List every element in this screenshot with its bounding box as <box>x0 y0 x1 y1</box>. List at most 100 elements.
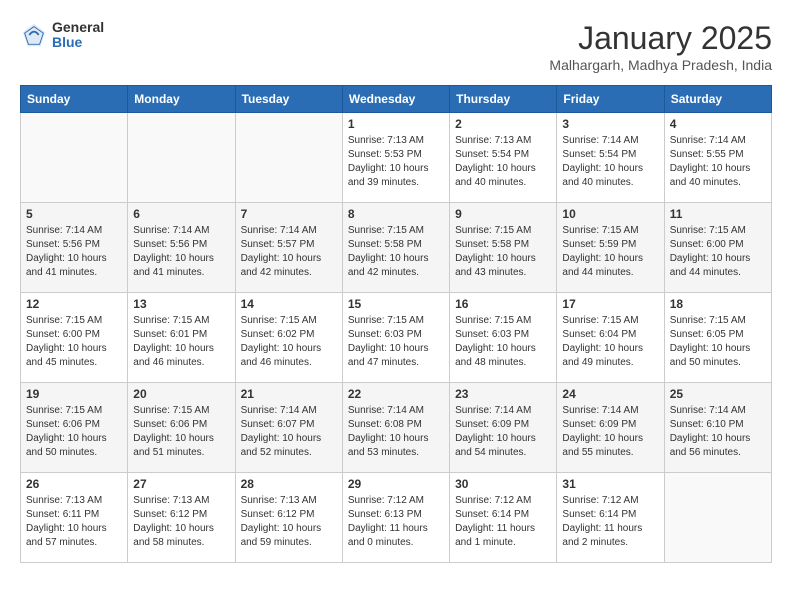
calendar-cell: 18 Sunrise: 7:15 AM Sunset: 6:05 PM Dayli… <box>664 293 771 383</box>
day-header-wednesday: Wednesday <box>342 86 449 113</box>
cell-content: Sunrise: 7:15 AM Sunset: 6:03 PM Dayligh… <box>455 314 551 370</box>
day-number: 17 <box>562 297 658 311</box>
calendar-cell <box>21 113 128 203</box>
cell-content: Sunrise: 7:15 AM Sunset: 5:59 PM Dayligh… <box>562 224 658 280</box>
cell-content: Sunrise: 7:15 AM Sunset: 6:06 PM Dayligh… <box>133 404 229 460</box>
logo-text: General Blue <box>52 20 104 51</box>
calendar-week-row: 19 Sunrise: 7:15 AM Sunset: 6:06 PM Dayli… <box>21 383 772 473</box>
calendar-cell: 3 Sunrise: 7:14 AM Sunset: 5:54 PM Daylig… <box>557 113 664 203</box>
cell-content: Sunrise: 7:15 AM Sunset: 6:06 PM Dayligh… <box>26 404 122 460</box>
cell-content: Sunrise: 7:14 AM Sunset: 6:09 PM Dayligh… <box>562 404 658 460</box>
calendar-week-row: 5Sunrise: 7:14 AM Sunset: 5:56 PM Daylig… <box>21 203 772 293</box>
calendar-cell: 12Sunrise: 7:15 AM Sunset: 6:00 PM Dayli… <box>21 293 128 383</box>
cell-content: Sunrise: 7:13 AM Sunset: 6:12 PM Dayligh… <box>241 494 337 550</box>
calendar-cell: 24Sunrise: 7:14 AM Sunset: 6:09 PM Dayli… <box>557 383 664 473</box>
cell-content: Sunrise: 7:14 AM Sunset: 5:55 PM Dayligh… <box>670 134 766 190</box>
calendar-cell <box>235 113 342 203</box>
calendar-cell: 31Sunrise: 7:12 AM Sunset: 6:14 PM Dayli… <box>557 473 664 563</box>
calendar-cell: 16 Sunrise: 7:15 AM Sunset: 6:03 PM Dayli… <box>450 293 557 383</box>
cell-content: Sunrise: 7:15 AM Sunset: 5:58 PM Dayligh… <box>455 224 551 280</box>
calendar-header-row: SundayMondayTuesdayWednesdayThursdayFrid… <box>21 86 772 113</box>
cell-content: Sunrise: 7:14 AM Sunset: 6:10 PM Dayligh… <box>670 404 766 460</box>
day-number: 19 <box>26 387 122 401</box>
day-number: 15 <box>348 297 444 311</box>
calendar-cell: 11 Sunrise: 7:15 AM Sunset: 6:00 PM Dayli… <box>664 203 771 293</box>
calendar-cell: 30Sunrise: 7:12 AM Sunset: 6:14 PM Dayli… <box>450 473 557 563</box>
day-number: 8 <box>348 207 444 221</box>
day-number: 12 <box>26 297 122 311</box>
calendar-cell: 27 Sunrise: 7:13 AM Sunset: 6:12 PM Dayli… <box>128 473 235 563</box>
day-number: 3 <box>562 117 658 131</box>
cell-content: Sunrise: 7:12 AM Sunset: 6:13 PM Dayligh… <box>348 494 444 550</box>
day-number: 6 <box>133 207 229 221</box>
day-number: 16 <box>455 297 551 311</box>
calendar-week-row: 12Sunrise: 7:15 AM Sunset: 6:00 PM Dayli… <box>21 293 772 383</box>
calendar-cell: 5Sunrise: 7:14 AM Sunset: 5:56 PM Daylig… <box>21 203 128 293</box>
calendar-cell: 23 Sunrise: 7:14 AM Sunset: 6:09 PM Dayli… <box>450 383 557 473</box>
logo: General Blue <box>20 20 104 51</box>
day-number: 14 <box>241 297 337 311</box>
calendar-cell: 10 Sunrise: 7:15 AM Sunset: 5:59 PM Dayli… <box>557 203 664 293</box>
day-number: 4 <box>670 117 766 131</box>
calendar-cell: 25 Sunrise: 7:14 AM Sunset: 6:10 PM Dayli… <box>664 383 771 473</box>
cell-content: Sunrise: 7:15 AM Sunset: 5:58 PM Dayligh… <box>348 224 444 280</box>
page-header: General Blue January 2025 Malhargarh, Ma… <box>20 20 772 73</box>
logo-blue-text: Blue <box>52 35 104 50</box>
cell-content: Sunrise: 7:14 AM Sunset: 5:54 PM Dayligh… <box>562 134 658 190</box>
cell-content: Sunrise: 7:15 AM Sunset: 6:05 PM Dayligh… <box>670 314 766 370</box>
logo-general-text: General <box>52 20 104 35</box>
day-header-monday: Monday <box>128 86 235 113</box>
cell-content: Sunrise: 7:14 AM Sunset: 6:09 PM Dayligh… <box>455 404 551 460</box>
calendar-cell: 7 Sunrise: 7:14 AM Sunset: 5:57 PM Daylig… <box>235 203 342 293</box>
calendar-cell: 4 Sunrise: 7:14 AM Sunset: 5:55 PM Daylig… <box>664 113 771 203</box>
month-title: January 2025 <box>549 20 772 57</box>
calendar-cell: 19 Sunrise: 7:15 AM Sunset: 6:06 PM Dayli… <box>21 383 128 473</box>
cell-content: Sunrise: 7:13 AM Sunset: 5:54 PM Dayligh… <box>455 134 551 190</box>
calendar-cell: 1Sunrise: 7:13 AM Sunset: 5:53 PM Daylig… <box>342 113 449 203</box>
calendar-table: SundayMondayTuesdayWednesdayThursdayFrid… <box>20 85 772 563</box>
cell-content: Sunrise: 7:15 AM Sunset: 6:04 PM Dayligh… <box>562 314 658 370</box>
cell-content: Sunrise: 7:15 AM Sunset: 6:03 PM Dayligh… <box>348 314 444 370</box>
day-number: 10 <box>562 207 658 221</box>
day-number: 21 <box>241 387 337 401</box>
day-number: 27 <box>133 477 229 491</box>
calendar-cell: 6 Sunrise: 7:14 AM Sunset: 5:56 PM Daylig… <box>128 203 235 293</box>
calendar-cell: 15 Sunrise: 7:15 AM Sunset: 6:03 PM Dayli… <box>342 293 449 383</box>
cell-content: Sunrise: 7:15 AM Sunset: 6:01 PM Dayligh… <box>133 314 229 370</box>
day-number: 2 <box>455 117 551 131</box>
calendar-cell: 21 Sunrise: 7:14 AM Sunset: 6:07 PM Dayli… <box>235 383 342 473</box>
calendar-cell: 17 Sunrise: 7:15 AM Sunset: 6:04 PM Dayli… <box>557 293 664 383</box>
day-header-friday: Friday <box>557 86 664 113</box>
calendar-cell: 20 Sunrise: 7:15 AM Sunset: 6:06 PM Dayli… <box>128 383 235 473</box>
day-header-tuesday: Tuesday <box>235 86 342 113</box>
day-number: 31 <box>562 477 658 491</box>
cell-content: Sunrise: 7:13 AM Sunset: 6:12 PM Dayligh… <box>133 494 229 550</box>
calendar-cell: 2 Sunrise: 7:13 AM Sunset: 5:54 PM Daylig… <box>450 113 557 203</box>
day-number: 25 <box>670 387 766 401</box>
cell-content: Sunrise: 7:14 AM Sunset: 6:07 PM Dayligh… <box>241 404 337 460</box>
cell-content: Sunrise: 7:15 AM Sunset: 6:00 PM Dayligh… <box>670 224 766 280</box>
day-header-sunday: Sunday <box>21 86 128 113</box>
calendar-cell: 28 Sunrise: 7:13 AM Sunset: 6:12 PM Dayli… <box>235 473 342 563</box>
day-number: 18 <box>670 297 766 311</box>
calendar-cell: 22Sunrise: 7:14 AM Sunset: 6:08 PM Dayli… <box>342 383 449 473</box>
day-number: 7 <box>241 207 337 221</box>
day-number: 23 <box>455 387 551 401</box>
cell-content: Sunrise: 7:14 AM Sunset: 5:56 PM Dayligh… <box>133 224 229 280</box>
day-number: 13 <box>133 297 229 311</box>
calendar-cell <box>128 113 235 203</box>
day-number: 20 <box>133 387 229 401</box>
cell-content: Sunrise: 7:14 AM Sunset: 5:57 PM Dayligh… <box>241 224 337 280</box>
day-number: 11 <box>670 207 766 221</box>
day-number: 28 <box>241 477 337 491</box>
calendar-week-row: 1Sunrise: 7:13 AM Sunset: 5:53 PM Daylig… <box>21 113 772 203</box>
day-header-thursday: Thursday <box>450 86 557 113</box>
day-number: 26 <box>26 477 122 491</box>
cell-content: Sunrise: 7:13 AM Sunset: 5:53 PM Dayligh… <box>348 134 444 190</box>
day-number: 29 <box>348 477 444 491</box>
calendar-cell: 9 Sunrise: 7:15 AM Sunset: 5:58 PM Daylig… <box>450 203 557 293</box>
day-number: 30 <box>455 477 551 491</box>
location-text: Malhargarh, Madhya Pradesh, India <box>549 57 772 73</box>
day-number: 9 <box>455 207 551 221</box>
calendar-cell: 29 Sunrise: 7:12 AM Sunset: 6:13 PM Dayli… <box>342 473 449 563</box>
